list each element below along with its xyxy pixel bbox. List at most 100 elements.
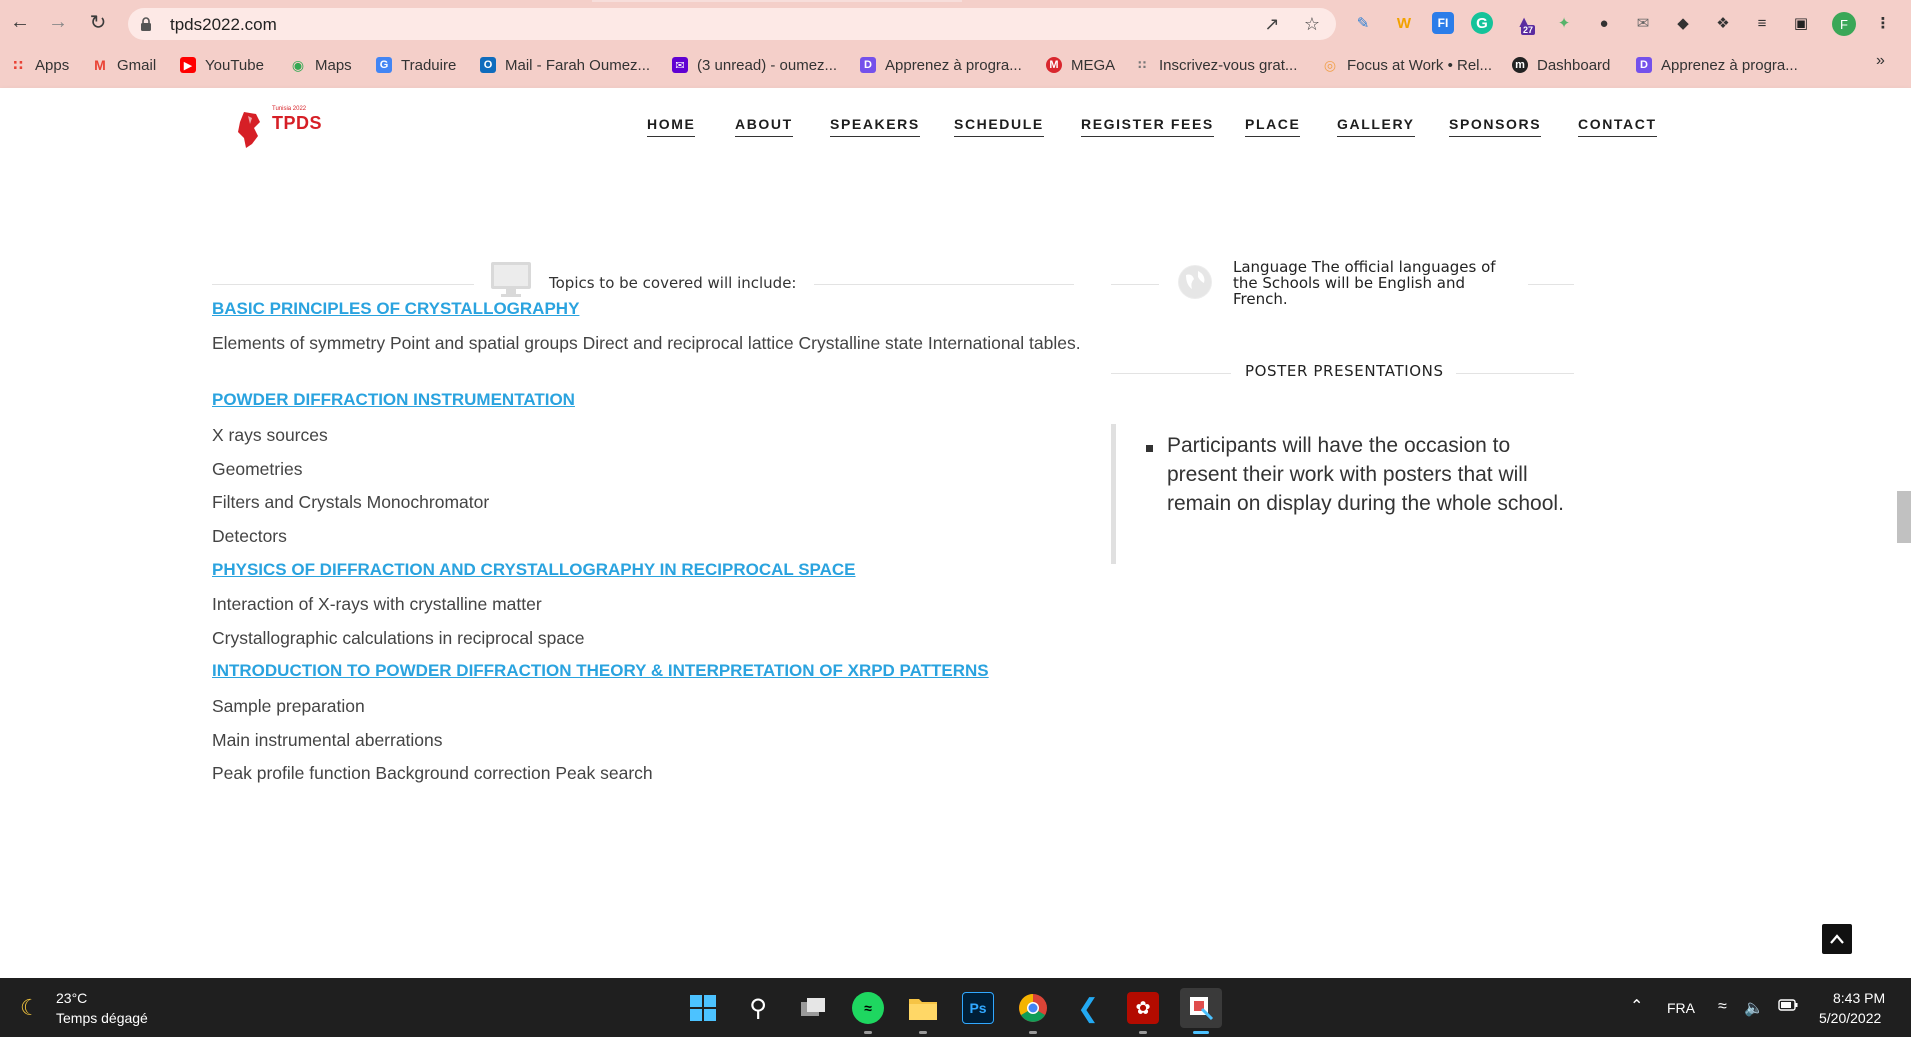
bookmark-openclassrooms-1[interactable]: D Apprenez à progra... bbox=[860, 54, 1022, 76]
share-icon[interactable]: ↗ bbox=[1262, 14, 1282, 34]
list-item: Peak profile function Background correct… bbox=[212, 763, 653, 783]
monitor-icon bbox=[491, 262, 531, 297]
panda-extension-icon[interactable]: ● bbox=[1593, 12, 1615, 34]
site-header: Tunisia 2022 TPDS HOME ABOUT SPEAKERS SC… bbox=[0, 88, 1911, 163]
list-item: Sample preparation bbox=[212, 696, 365, 716]
list-item: Main instrumental aberrations bbox=[212, 730, 443, 750]
chevron-up-icon bbox=[1830, 934, 1844, 944]
moon-weather-icon[interactable]: ☾ bbox=[20, 995, 40, 1021]
nav-contact[interactable]: CONTACT bbox=[1578, 116, 1657, 137]
bookmark-focus-at-work[interactable]: ◎ Focus at Work • Rel... bbox=[1322, 54, 1492, 76]
nav-about[interactable]: ABOUT bbox=[735, 116, 793, 137]
vscode-icon[interactable]: ❮ bbox=[1072, 992, 1104, 1024]
nav-home[interactable]: HOME bbox=[647, 116, 696, 137]
nav-sponsors[interactable]: SPONSORS bbox=[1449, 116, 1542, 137]
active-app-indicator bbox=[1193, 1031, 1209, 1034]
pen-extension-icon[interactable]: ✎ bbox=[1352, 12, 1374, 34]
section-link-physics-diffraction[interactable]: PHYSICS OF DIFFRACTION AND CRYSTALLOGRAP… bbox=[212, 560, 856, 580]
input-language[interactable]: FRA bbox=[1667, 1000, 1695, 1016]
nav-speakers[interactable]: SPEAKERS bbox=[830, 116, 920, 137]
windows-start-icon[interactable] bbox=[687, 992, 719, 1024]
bookmark-traduire[interactable]: G Traduire bbox=[376, 54, 456, 76]
topics-divider-right bbox=[814, 284, 1074, 285]
grammarly-icon[interactable]: G bbox=[1471, 12, 1493, 34]
mail-extension-icon[interactable]: ✉ bbox=[1632, 12, 1654, 34]
mega-icon: M bbox=[1046, 57, 1062, 73]
lock-icon[interactable] bbox=[140, 17, 152, 31]
tray-chevron-up-icon[interactable]: ⌃ bbox=[1630, 996, 1643, 1016]
search-icon[interactable]: ⚲ bbox=[742, 992, 774, 1024]
tunisia-map-icon bbox=[238, 112, 260, 148]
bookmark-maps[interactable]: ◉ Maps bbox=[290, 54, 352, 76]
weather-description[interactable]: Temps dégagé bbox=[56, 1010, 148, 1026]
diamond-extension-icon[interactable]: ✦ bbox=[1553, 12, 1575, 34]
bookmark-dashboard[interactable]: m Dashboard bbox=[1512, 54, 1610, 76]
snipping-tool-icon[interactable] bbox=[1180, 988, 1222, 1028]
bookmark-star-icon[interactable]: ☆ bbox=[1302, 14, 1322, 34]
page-scrollbar-thumb[interactable] bbox=[1897, 491, 1911, 543]
url-text[interactable]: tpds2022.com bbox=[170, 15, 277, 35]
weather-temperature[interactable]: 23°C bbox=[56, 990, 87, 1006]
section-link-powder-instrumentation[interactable]: POWDER DIFFRACTION INSTRUMENTATION bbox=[212, 390, 575, 410]
nav-gallery[interactable]: GALLERY bbox=[1337, 116, 1415, 137]
section-link-powder-theory[interactable]: INTRODUCTION TO POWDER DIFFRACTION THEOR… bbox=[212, 661, 989, 681]
reload-icon[interactable]: ↻ bbox=[84, 8, 112, 36]
wifi-icon[interactable]: ≈ bbox=[1718, 998, 1727, 1016]
section-link-crystallography[interactable]: BASIC PRINCIPLES OF CRYSTALLOGRAPHY bbox=[212, 299, 579, 319]
active-tab-edge bbox=[592, 0, 962, 2]
bookmark-yahoo-mail[interactable]: ✉ (3 unread) - oumez... bbox=[672, 54, 837, 76]
bookmark-apps[interactable]: ∷ Apps bbox=[10, 54, 69, 76]
list-item: Geometries bbox=[212, 459, 303, 479]
focus-icon: ◎ bbox=[1323, 56, 1337, 73]
puzzle-extensions-icon[interactable]: ❖ bbox=[1712, 12, 1734, 34]
task-view-icon[interactable] bbox=[797, 992, 829, 1024]
photoshop-icon[interactable]: Ps bbox=[962, 992, 994, 1024]
profile-avatar[interactable]: F bbox=[1832, 12, 1856, 36]
topics-heading: Topics to be covered will include: bbox=[549, 274, 797, 292]
battery-icon[interactable] bbox=[1778, 998, 1798, 1014]
bookmark-outlook[interactable]: O Mail - Farah Oumez... bbox=[480, 54, 650, 76]
nav-place[interactable]: PLACE bbox=[1245, 116, 1301, 137]
spotify-icon[interactable]: ≈ bbox=[852, 992, 884, 1024]
w-extension-icon[interactable]: W bbox=[1393, 12, 1415, 34]
side-panel-icon[interactable]: ▣ bbox=[1790, 12, 1812, 34]
bookmark-gmail[interactable]: M Gmail bbox=[92, 54, 156, 76]
bookmark-youtube[interactable]: ▶ YouTube bbox=[180, 54, 264, 76]
menu-kebab-icon[interactable]: ⋮ bbox=[1872, 12, 1894, 34]
extension-badge: 27 bbox=[1521, 25, 1536, 35]
file-explorer-icon[interactable] bbox=[907, 992, 939, 1024]
list-item: Crystallographic calculations in recipro… bbox=[212, 628, 585, 648]
list-item: Filters and Crystals Monochromator bbox=[212, 492, 490, 512]
volume-icon[interactable]: 🔈 bbox=[1744, 998, 1764, 1018]
globe-icon bbox=[1178, 265, 1212, 299]
address-bar[interactable]: tpds2022.com ↗ ☆ bbox=[128, 8, 1336, 40]
openclassrooms-icon: D bbox=[860, 57, 876, 73]
list-item: Interaction of X-rays with crystalline m… bbox=[212, 594, 542, 614]
openclassrooms-icon: D bbox=[1636, 57, 1652, 73]
nav-schedule[interactable]: SCHEDULE bbox=[954, 116, 1044, 137]
bookmark-mega[interactable]: M MEGA bbox=[1046, 54, 1115, 76]
maps-pin-icon: ◉ bbox=[291, 56, 305, 73]
graduation-cap-icon[interactable]: ▲ 27 bbox=[1513, 12, 1536, 35]
topics-divider-left bbox=[212, 284, 474, 285]
reading-list-icon[interactable]: ≡ bbox=[1751, 12, 1773, 34]
shield-extension-icon[interactable]: ◆ bbox=[1672, 12, 1694, 34]
nav-register-fees[interactable]: REGISTER FEES bbox=[1081, 116, 1214, 137]
bookmark-inscrivez-vous[interactable]: ∷ Inscrivez-vous grat... bbox=[1134, 54, 1298, 76]
outlook-icon: O bbox=[480, 57, 496, 73]
fi-extension-icon[interactable]: FI bbox=[1432, 12, 1454, 34]
tpds-logo[interactable]: Tunisia 2022 TPDS bbox=[234, 104, 324, 152]
clock-date[interactable]: 5/20/2022 bbox=[1819, 1010, 1881, 1026]
chrome-icon[interactable] bbox=[1017, 992, 1049, 1024]
section-text-symmetry: Elements of symmetry Point and spatial g… bbox=[212, 333, 1081, 353]
forward-arrow-icon[interactable]: → bbox=[44, 8, 72, 36]
bookmark-openclassrooms-2[interactable]: D Apprenez à progra... bbox=[1636, 54, 1798, 76]
clock-time[interactable]: 8:43 PM bbox=[1833, 990, 1885, 1006]
back-arrow-icon[interactable]: ← bbox=[6, 8, 34, 36]
bookmarks-overflow-button[interactable]: » bbox=[1876, 52, 1885, 70]
poster-divider-right bbox=[1456, 373, 1574, 374]
app-running-indicator bbox=[864, 1031, 872, 1034]
poster-blockquote: Participants will have the occasion to p… bbox=[1111, 424, 1571, 564]
acrobat-icon[interactable]: ✿ bbox=[1127, 992, 1159, 1024]
scroll-to-top-button[interactable] bbox=[1822, 924, 1852, 954]
